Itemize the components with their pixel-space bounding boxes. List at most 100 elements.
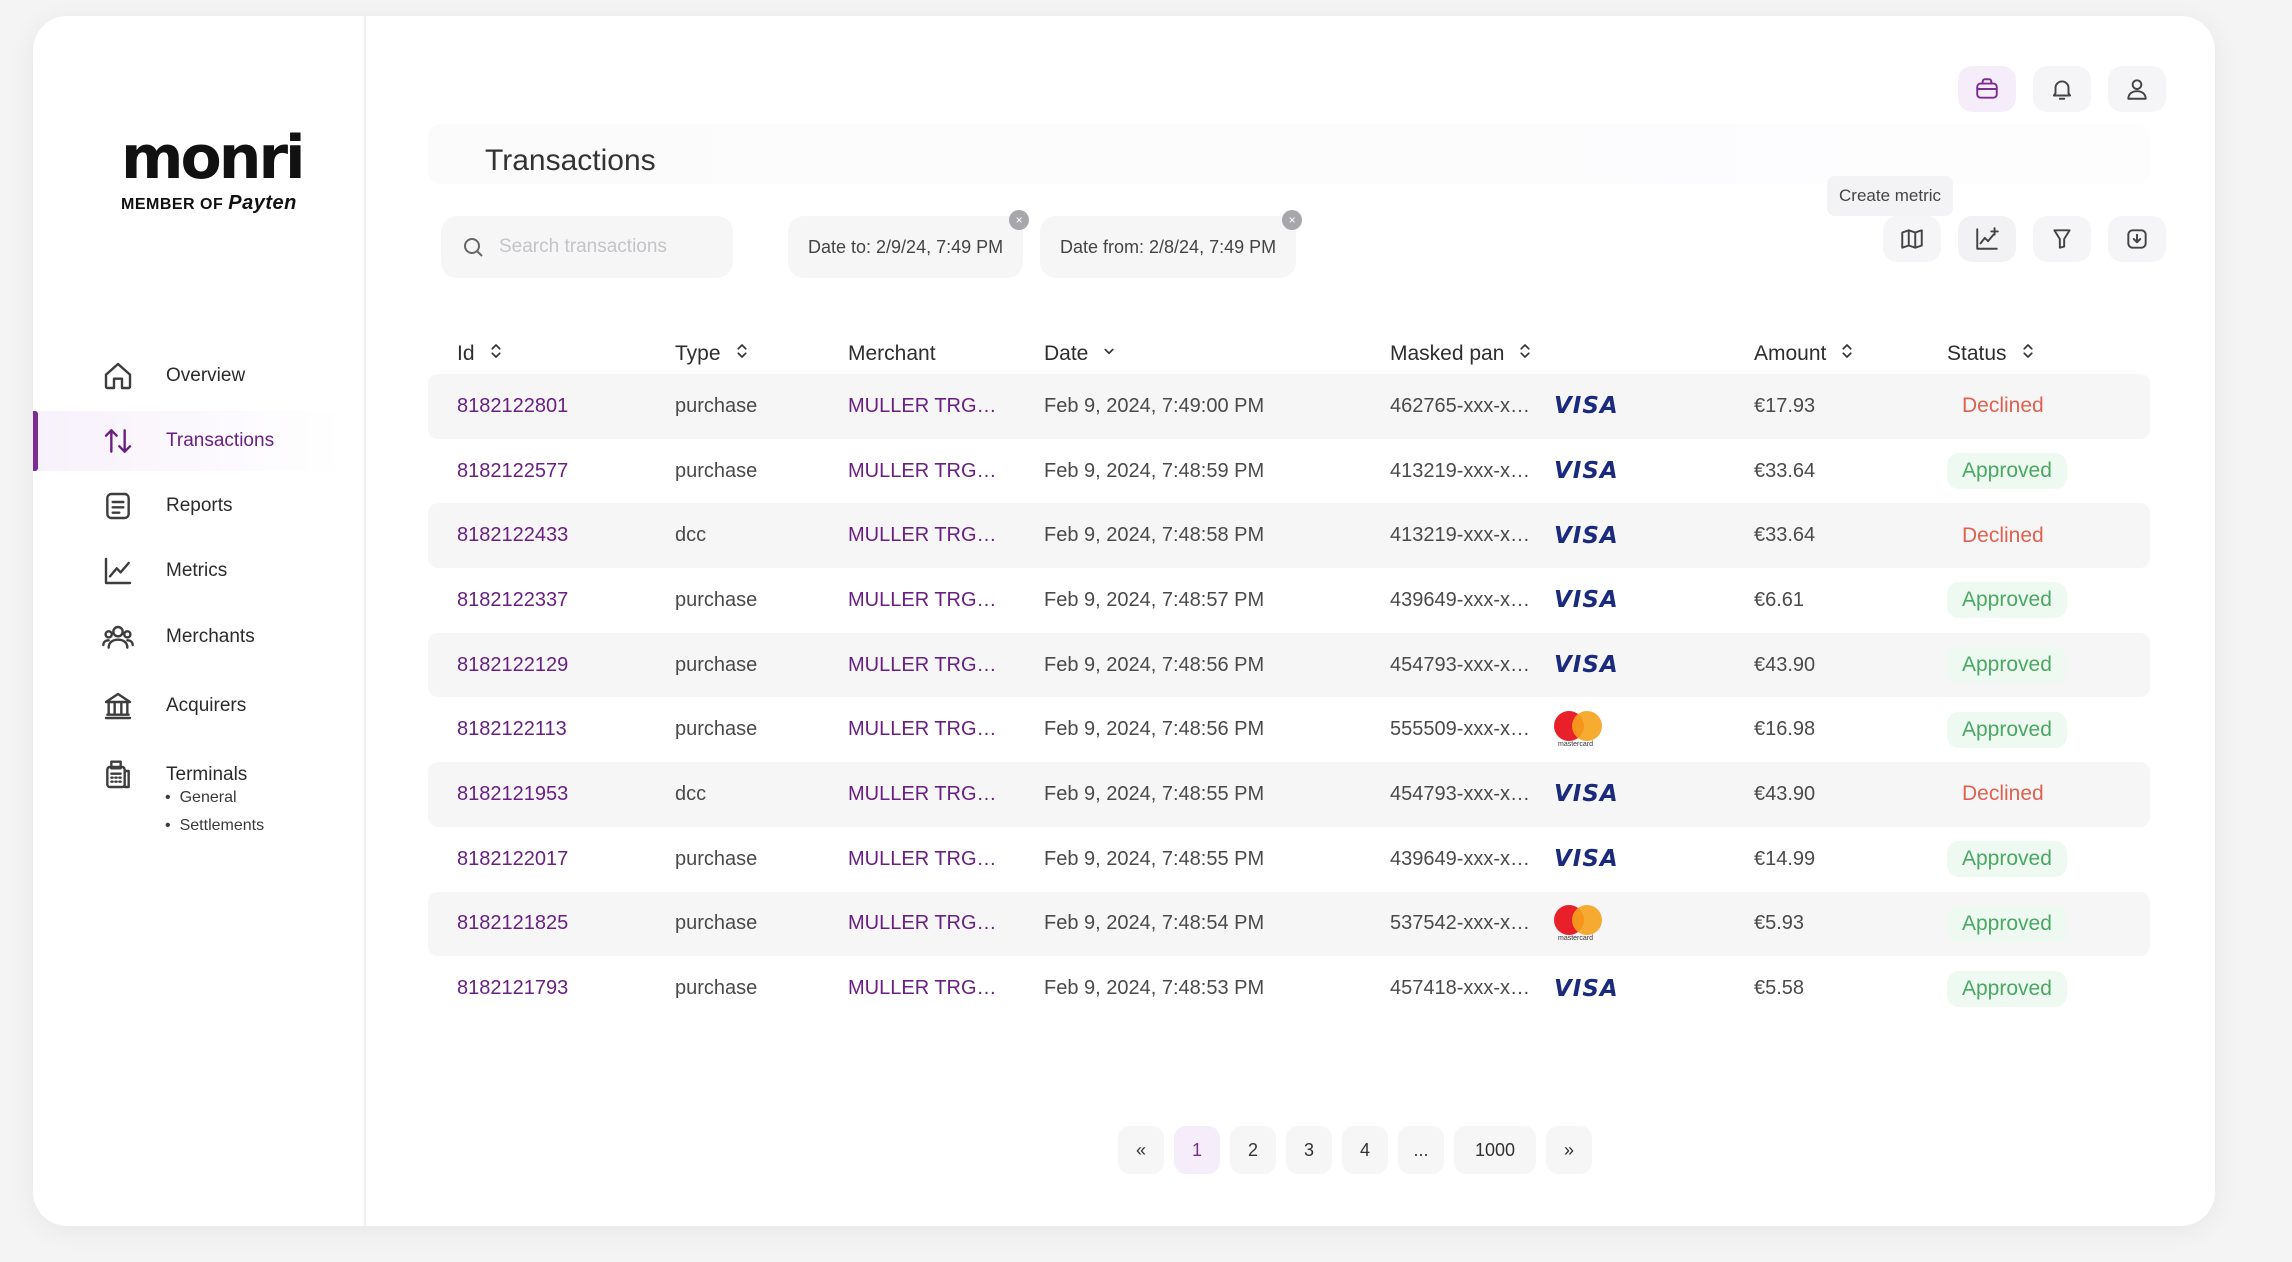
transaction-id-link[interactable]: 8182122129 — [457, 633, 568, 698]
table-row[interactable]: 8182121793 purchase MULLER TRG… Feb 9, 2024… — [428, 956, 2150, 1021]
pagination-next-button[interactable]: » — [1546, 1126, 1592, 1174]
pagination-page-1[interactable]: 1 — [1174, 1126, 1220, 1174]
merchant-link[interactable]: MULLER TRG… — [848, 439, 997, 504]
table-row[interactable]: 8182121953 dcc MULLER TRG… Feb 9, 2024, 7:4… — [428, 762, 2150, 827]
table-row[interactable]: 8182122129 purchase MULLER TRG… Feb 9, 2024… — [428, 632, 2150, 698]
transaction-id-link[interactable]: 8182122801 — [457, 374, 568, 439]
status-cell: Declined — [1947, 503, 2059, 568]
close-icon[interactable]: × — [1009, 210, 1030, 230]
transaction-id-link[interactable]: 8182121953 — [457, 762, 568, 827]
transaction-type: purchase — [675, 718, 758, 741]
sidebar-item-merchants[interactable]: Merchants — [33, 607, 343, 667]
terminals-submenu: General Settlements — [165, 784, 264, 840]
merchant-link[interactable]: MULLER TRG… — [848, 568, 997, 633]
pagination-prev-button[interactable]: « — [1118, 1126, 1164, 1174]
search-box[interactable] — [441, 216, 733, 278]
transaction-id-link[interactable]: 8182121825 — [457, 892, 568, 957]
sidebar-item-label: Acquirers — [166, 695, 247, 716]
masked-pan: 413219-xxx-x… — [1390, 459, 1531, 482]
column-header-date[interactable]: Date — [1044, 334, 1118, 374]
close-icon[interactable]: × — [1282, 210, 1303, 230]
column-header-id[interactable]: Id — [457, 334, 505, 374]
transaction-id-link[interactable]: 8182122337 — [457, 568, 568, 633]
merchant-link[interactable]: MULLER TRG… — [848, 956, 997, 1021]
pagination-page-last[interactable]: 1000 — [1454, 1126, 1536, 1174]
sidebar-item-transactions[interactable]: Transactions — [33, 411, 343, 471]
sidebar-subitem-general[interactable]: General — [165, 784, 264, 812]
column-header-status[interactable]: Status — [1947, 334, 2037, 374]
card-brand: VISA — [1554, 439, 1619, 504]
sidebar-subitem-settlements[interactable]: Settlements — [165, 812, 264, 840]
merchant-link[interactable]: MULLER TRG… — [848, 827, 997, 892]
table-row[interactable]: 8182122017 purchase MULLER TRG… Feb 9, 2024… — [428, 827, 2150, 892]
table-row[interactable]: 8182122337 purchase MULLER TRG… Feb 9, 2024… — [428, 568, 2150, 633]
map-button[interactable] — [1883, 216, 1941, 262]
transaction-id-link[interactable]: 8182122113 — [457, 697, 567, 762]
notifications-button[interactable] — [2033, 66, 2091, 112]
merchant-link[interactable]: MULLER TRG… — [848, 633, 997, 698]
merchant-link[interactable]: MULLER TRG… — [848, 762, 997, 827]
merchant-link[interactable]: MULLER TRG… — [848, 892, 997, 957]
masked-pan: 454793-xxx-x… — [1390, 653, 1531, 676]
column-header-masked-pan[interactable]: Masked pan — [1390, 334, 1534, 374]
merchant-link[interactable]: MULLER TRG… — [848, 503, 997, 568]
sidebar-item-reports[interactable]: Reports — [33, 476, 343, 536]
chevron-down-icon[interactable] — [1100, 342, 1118, 366]
title-bar — [428, 124, 2150, 184]
table-body: 8182122801 purchase MULLER TRG… Feb 9, 2024… — [428, 374, 2150, 1021]
search-input[interactable] — [499, 236, 729, 258]
download-button[interactable] — [2108, 216, 2166, 262]
status-badge: Approved — [1947, 970, 2067, 1007]
table-row[interactable]: 8182122801 purchase MULLER TRG… Feb 9, 2024… — [428, 374, 2150, 439]
transaction-id-link[interactable]: 8182122433 — [457, 503, 568, 568]
sidebar-item-acquirers[interactable]: Acquirers — [33, 676, 343, 736]
filter-chip-date-to[interactable]: Date to: 2/9/24, 7:49 PM × — [788, 210, 1030, 278]
brand-logo[interactable]: monri MEMBER OF Payten — [121, 128, 331, 215]
visa-logo-icon: VISA — [1554, 975, 1619, 1002]
pagination-page-2[interactable]: 2 — [1230, 1126, 1276, 1174]
status-badge: Approved — [1947, 905, 2067, 942]
sort-icon[interactable] — [487, 342, 505, 366]
table-row[interactable]: 8182122577 purchase MULLER TRG… Feb 9, 2024… — [428, 439, 2150, 504]
sidebar-item-overview[interactable]: Overview — [33, 346, 343, 406]
card-brand: VISA — [1554, 956, 1619, 1021]
bell-icon — [2052, 80, 2072, 100]
sort-icon[interactable] — [2019, 342, 2037, 366]
sidebar-item-label: Overview — [166, 365, 246, 386]
sort-icon[interactable] — [733, 342, 751, 366]
top-actions — [1958, 66, 2166, 112]
transaction-date: Feb 9, 2024, 7:48:55 PM — [1044, 782, 1265, 805]
merchant-link[interactable]: MULLER TRG… — [848, 697, 997, 762]
status-badge: Approved — [1947, 711, 2067, 748]
column-header-type[interactable]: Type — [675, 334, 751, 374]
column-header-merchant[interactable]: Merchant — [848, 334, 936, 374]
sidebar-item-label: Transactions — [166, 430, 275, 451]
masked-pan: 439649-xxx-x… — [1390, 588, 1531, 611]
create-metric-button[interactable] — [1958, 216, 2016, 262]
status-cell: Approved — [1947, 827, 2067, 892]
transaction-type: dcc — [675, 524, 707, 547]
column-header-amount[interactable]: Amount — [1754, 334, 1856, 374]
pagination-page-4[interactable]: 4 — [1342, 1126, 1388, 1174]
briefcase-button[interactable] — [1958, 66, 2016, 112]
filter-button[interactable] — [2033, 216, 2091, 262]
sidebar-item-metrics[interactable]: Metrics — [33, 541, 343, 601]
user-profile-button[interactable] — [2108, 66, 2166, 112]
transaction-id-link[interactable]: 8182122017 — [457, 827, 568, 892]
table-row[interactable]: 8182121825 purchase MULLER TRG… Feb 9, 2024… — [428, 891, 2150, 957]
filter-chip-date-from[interactable]: Date from: 2/8/24, 7:49 PM × — [1040, 210, 1303, 278]
table-row[interactable]: 8182122433 dcc MULLER TRG… Feb 9, 2024, 7:4… — [428, 503, 2150, 569]
transaction-id-link[interactable]: 8182121793 — [457, 956, 568, 1021]
transaction-amount: €43.90 — [1754, 653, 1816, 676]
logo-wordmark: monri — [121, 123, 306, 193]
users-icon — [101, 620, 135, 654]
sort-icon[interactable] — [1516, 342, 1534, 366]
pagination-page-3[interactable]: 3 — [1286, 1126, 1332, 1174]
merchant-link[interactable]: MULLER TRG… — [848, 374, 997, 439]
masked-pan: 457418-xxx-x… — [1390, 977, 1531, 1000]
table-row[interactable]: 8182122113 purchase MULLER TRG… Feb 9, 2024… — [428, 697, 2150, 762]
transaction-id-link[interactable]: 8182122577 — [457, 439, 568, 504]
sort-icon[interactable] — [1838, 342, 1856, 366]
status-cell: Approved — [1947, 892, 2067, 957]
download-icon — [2127, 229, 2147, 249]
